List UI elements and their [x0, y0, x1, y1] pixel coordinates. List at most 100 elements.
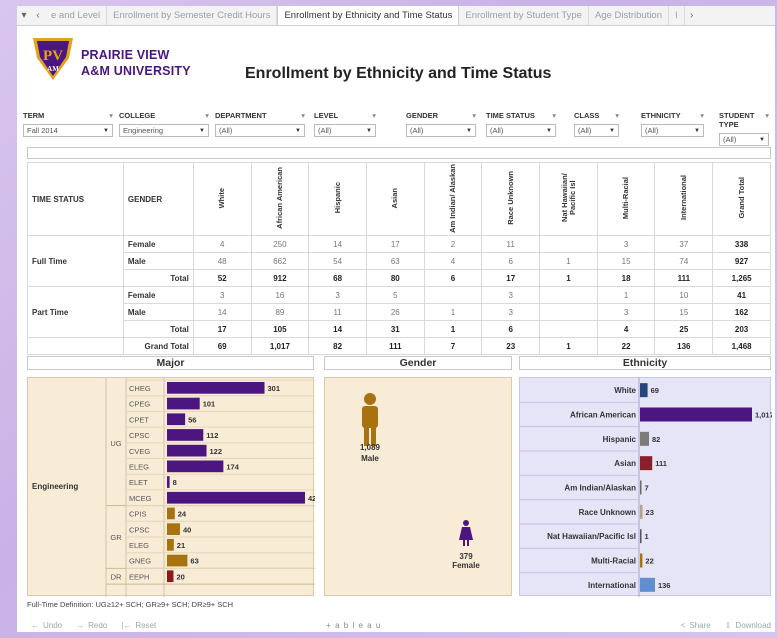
tab-level[interactable]: e and Level	[45, 6, 108, 25]
ethnicity-bar[interactable]	[640, 553, 643, 568]
table-cell[interactable]: 1	[423, 320, 483, 338]
table-cell[interactable]	[423, 286, 483, 304]
major-bar[interactable]	[167, 429, 204, 441]
download-icon[interactable]: ⇩	[725, 621, 732, 630]
table-cell[interactable]: 203	[712, 320, 771, 338]
table-cell[interactable]	[539, 286, 598, 304]
ethnicity-bar[interactable]	[640, 407, 752, 422]
filter-dropdown[interactable]: (All) ▼	[574, 124, 619, 137]
table-cell[interactable]: 1,468	[712, 337, 771, 355]
major-bar[interactable]	[167, 460, 224, 473]
table-cell[interactable]: 136	[654, 337, 714, 355]
table-cell[interactable]: 52	[192, 269, 252, 287]
table-cell[interactable]: 14	[192, 303, 252, 321]
table-cell[interactable]: 1	[423, 303, 483, 321]
table-cell[interactable]: 89	[250, 303, 310, 321]
table-cell[interactable]: 14	[308, 235, 367, 253]
tab-ethnicity-time[interactable]: Enrollment by Ethnicity and Time Status	[277, 6, 460, 25]
filter-ethnicity[interactable]: ETHNICITY ▾ (All) ▼	[641, 111, 704, 137]
filter-dropdown[interactable]: (All) ▼	[641, 124, 704, 137]
table-cell[interactable]: 26	[365, 303, 425, 321]
table-cell[interactable]: 111	[365, 337, 425, 355]
table-cell[interactable]: 54	[308, 252, 367, 270]
tabs-prev-icon[interactable]: ‹	[31, 10, 45, 21]
table-cell[interactable]: 15	[596, 252, 656, 270]
table-cell[interactable]: 1	[539, 337, 598, 355]
table-cell[interactable]: 4	[423, 252, 483, 270]
major-bar[interactable]	[167, 570, 174, 583]
table-cell[interactable]: 17	[192, 320, 252, 338]
table-cell[interactable]: 15	[654, 303, 714, 321]
major-bar[interactable]	[167, 413, 186, 426]
table-cell[interactable]: 63	[365, 252, 425, 270]
table-cell[interactable]: 4	[596, 320, 656, 338]
table-cell[interactable]: 74	[654, 252, 714, 270]
filter-level[interactable]: LEVEL ▾ (All) ▼	[314, 111, 376, 137]
table-cell[interactable]: 3	[596, 235, 656, 253]
table-cell[interactable]: 662	[250, 252, 310, 270]
table-cell[interactable]: 3	[308, 286, 367, 304]
table-cell[interactable]: 1	[539, 252, 598, 270]
table-cell[interactable]: 338	[712, 235, 771, 253]
table-cell[interactable]: 48	[192, 252, 252, 270]
table-cell[interactable]: 1,265	[712, 269, 771, 287]
table-cell[interactable]: 5	[365, 286, 425, 304]
ethnicity-bar[interactable]	[640, 480, 642, 495]
major-bar[interactable]	[167, 397, 200, 410]
table-cell[interactable]: 1	[539, 269, 598, 287]
table-cell[interactable]: 3	[596, 303, 656, 321]
tabs-next-icon[interactable]: ›	[685, 10, 699, 21]
table-cell[interactable]: 16	[250, 286, 310, 304]
table-cell[interactable]: 6	[423, 269, 483, 287]
reset-icon[interactable]: |←	[121, 621, 131, 630]
female-icon[interactable]	[459, 520, 473, 546]
undo-button[interactable]: Undo	[43, 621, 62, 630]
table-cell[interactable]: 2	[423, 235, 483, 253]
table-cell[interactable]: 17	[365, 235, 425, 253]
table-cell[interactable]: 162	[712, 303, 771, 321]
ethnicity-bar[interactable]	[640, 431, 650, 446]
filter-dropdown[interactable]: Fall 2014 ▼	[23, 124, 113, 137]
filter-dropdown[interactable]: (All) ▼	[486, 124, 556, 137]
ethnicity-bar[interactable]	[640, 456, 653, 471]
table-cell[interactable]: 69	[192, 337, 252, 355]
table-cell[interactable]: 10	[654, 286, 714, 304]
table-cell[interactable]: 1,017	[250, 337, 310, 355]
tab-more[interactable]: I	[669, 6, 685, 25]
tab-student-type[interactable]: Enrollment by Student Type	[459, 6, 589, 25]
table-cell[interactable]: 6	[481, 252, 541, 270]
table-cell[interactable]: 80	[365, 269, 425, 287]
filter-class[interactable]: CLASS ▾ (All) ▼	[574, 111, 619, 137]
undo-icon[interactable]: ←	[31, 621, 39, 630]
download-button[interactable]: Download	[735, 621, 771, 630]
table-cell[interactable]: 31	[365, 320, 425, 338]
table-cell[interactable]: 25	[654, 320, 714, 338]
table-cell[interactable]: 3	[481, 286, 541, 304]
table-cell[interactable]: 912	[250, 269, 310, 287]
filter-gender[interactable]: GENDER ▾ (All) ▼	[406, 111, 476, 137]
ethnicity-bar[interactable]	[640, 383, 648, 398]
filter-department[interactable]: DEPARTMENT ▾ (All) ▼	[215, 111, 305, 137]
ethnicity-bar[interactable]	[640, 577, 655, 592]
major-bar[interactable]	[167, 491, 305, 504]
table-cell[interactable]: 4	[192, 235, 252, 253]
share-button[interactable]: Share	[689, 621, 710, 630]
table-cell[interactable]: 11	[481, 235, 541, 253]
major-bar[interactable]	[167, 523, 180, 535]
table-cell[interactable]: 82	[308, 337, 367, 355]
table-cell[interactable]	[539, 303, 598, 321]
table-cell[interactable]: 105	[250, 320, 310, 338]
table-cell[interactable]: 41	[712, 286, 771, 304]
table-cell[interactable]: 3	[481, 303, 541, 321]
major-bar[interactable]	[167, 444, 207, 457]
tab-credit-hours[interactable]: Enrollment by Semester Credit Hours	[107, 6, 278, 25]
major-bar[interactable]	[167, 507, 175, 520]
share-icon[interactable]: <	[681, 621, 686, 630]
table-cell[interactable]: 68	[308, 269, 367, 287]
table-cell[interactable]: 23	[481, 337, 541, 355]
redo-icon[interactable]: →	[76, 621, 84, 630]
table-cell[interactable]: 1	[596, 286, 656, 304]
table-cell[interactable]	[539, 235, 598, 253]
table-cell[interactable]: 18	[596, 269, 656, 287]
tabs-menu-icon[interactable]: ▾	[17, 10, 31, 21]
